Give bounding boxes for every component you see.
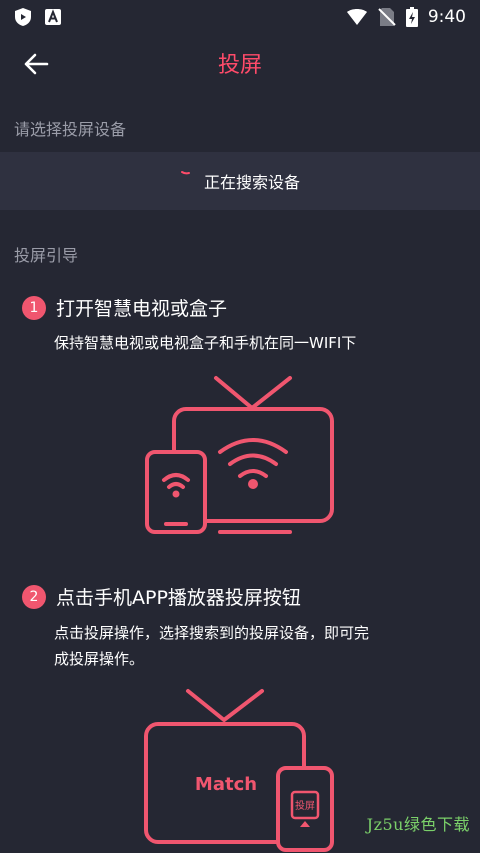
battery-charging-icon: [405, 7, 418, 27]
device-search-row[interactable]: 正在搜索设备: [0, 152, 480, 210]
cast-button-label: 投屏: [295, 799, 315, 812]
shield-play-icon: [15, 8, 31, 26]
app-bar: 投屏: [0, 34, 480, 92]
loading-spinner-icon: [180, 171, 190, 175]
tv-phone-cast-illustration: Match 投屏: [144, 689, 334, 852]
device-section-label: 请选择投屏设备: [14, 120, 127, 139]
searching-status: 正在搜索设备: [203, 173, 300, 192]
guide-section-label: 投屏引导: [14, 246, 79, 265]
step-1-header: 1 打开智慧电视或盒子: [22, 294, 227, 321]
wifi-icon: [346, 9, 367, 25]
clock: 9:40: [427, 7, 466, 27]
step-2-title: 点击手机APP播放器投屏按钮: [56, 587, 301, 609]
step-2-header: 2 点击手机APP播放器投屏按钮: [22, 583, 301, 610]
step-1-number: 1: [22, 295, 46, 320]
status-bar: 9:40: [0, 0, 480, 34]
tv-screen-text: Match: [195, 774, 257, 795]
step-2-number: 2: [22, 584, 46, 609]
back-button[interactable]: [18, 46, 54, 82]
step-2-description-line-2: 成投屏操作。: [54, 650, 145, 668]
step-2-description-line-1: 点击投屏操作，选择搜索到的投屏设备，即可完: [54, 624, 370, 642]
step-1-title: 打开智慧电视或盒子: [56, 298, 228, 320]
arrow-left-icon: [24, 53, 49, 75]
step-1-description: 保持智慧电视或电视盒子和手机在同一WIFI下: [54, 334, 357, 352]
step-2-description: 点击投屏操作，选择搜索到的投屏设备，即可完 成投屏操作。: [54, 620, 369, 672]
tv-phone-wifi-illustration: [145, 376, 334, 534]
no-sim-icon: [378, 8, 396, 26]
page-title: 投屏: [217, 53, 262, 78]
watermark: Jz5u绿色下载: [366, 815, 470, 834]
a-badge-icon: [45, 9, 61, 25]
